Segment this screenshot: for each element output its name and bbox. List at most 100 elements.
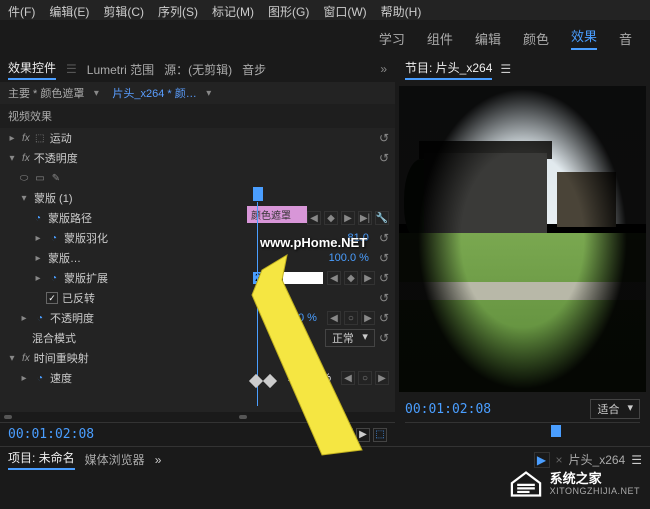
speed-value[interactable]: 100.00%	[288, 372, 331, 384]
scroll-handle[interactable]	[239, 415, 247, 419]
blend-mode-dropdown[interactable]: 正常▾	[325, 329, 375, 347]
reset-icon[interactable]: ↺	[379, 291, 389, 305]
add-kf-icon[interactable]: ◆	[344, 271, 358, 285]
menu-marker[interactable]: 标记(M)	[212, 3, 254, 17]
tc-btn-3[interactable]: ⬚	[373, 428, 387, 442]
row-inverted[interactable]: 已反转 ↺	[0, 288, 395, 308]
row-opacity[interactable]: ▾ fx 不透明度 ↺	[0, 148, 395, 168]
workspace-tab-audio[interactable]: 音	[619, 29, 632, 48]
stopwatch-icon[interactable]: ◔	[48, 273, 60, 284]
tab-media-browser[interactable]: 媒体浏览器	[85, 451, 145, 468]
value-extra-field[interactable]	[283, 272, 323, 284]
menu-edit[interactable]: 编辑(E)	[49, 3, 89, 17]
prev-kf-icon[interactable]: ◀	[327, 271, 341, 285]
add-kf-icon[interactable]: ○	[358, 371, 372, 385]
menu-clip[interactable]: 剪辑(C)	[103, 3, 144, 17]
tc-btn-2[interactable]: ▶	[356, 428, 370, 442]
menu-help[interactable]: 帮助(H)	[381, 3, 422, 17]
chevron-down-icon[interactable]: ▾	[6, 153, 18, 164]
row-mask[interactable]: ▾ 蒙版 (1)	[0, 188, 395, 208]
tab-audio[interactable]: 音步	[242, 61, 266, 78]
hamburger-icon[interactable]: ☰	[500, 62, 511, 76]
playhead-icon[interactable]	[551, 425, 561, 437]
workspace-tab-learn[interactable]: 学习	[379, 29, 405, 48]
chevron-right-icon[interactable]: ▸	[6, 133, 18, 144]
pen-mask-icon[interactable]: ✎	[50, 173, 62, 184]
workspace-tab-color[interactable]: 颜色	[523, 29, 549, 48]
stopwatch-icon[interactable]: ◔	[34, 313, 46, 324]
reset-icon[interactable]: ↺	[379, 231, 389, 245]
opacity2-value[interactable]: 100.0 %	[277, 312, 317, 324]
tab-project[interactable]: 项目: 未命名	[8, 449, 75, 470]
ellipse-mask-icon[interactable]: ⬭	[18, 173, 30, 184]
next-kf-icon[interactable]: ▶	[375, 371, 389, 385]
timeline-clip-tab[interactable]: 片头_x264	[569, 451, 626, 468]
hamburger-icon[interactable]: ☰	[66, 62, 77, 76]
chevron-down-icon[interactable]: ▾	[18, 193, 30, 204]
expand-icon[interactable]: »	[155, 453, 162, 467]
inverted-checkbox[interactable]	[46, 292, 58, 304]
preview-viewport[interactable]	[399, 86, 646, 392]
timecode-display[interactable]: 00:01:02:08	[8, 427, 94, 442]
row-blend-mode[interactable]: 混合模式 正常▾ ↺	[0, 328, 395, 348]
chevron-right-icon[interactable]: ▸	[32, 273, 44, 284]
stopwatch-icon[interactable]: ◔	[48, 233, 60, 244]
preview-scrubber[interactable]	[405, 422, 640, 446]
next-kf-icon[interactable]: ▶	[361, 311, 375, 325]
prev-kf-icon[interactable]: ◀	[341, 371, 355, 385]
zoom-fit-dropdown[interactable]: 适合▾	[590, 399, 640, 419]
rect-mask-icon[interactable]: ▭	[34, 173, 46, 184]
mini-timeline[interactable]: 颜色遮罩	[247, 206, 395, 223]
mask-prop-label: 蒙版…	[48, 250, 81, 266]
reset-icon[interactable]: ↺	[379, 131, 389, 145]
menu-graphics[interactable]: 图形(G)	[268, 3, 309, 17]
menu-sequence[interactable]: 序列(S)	[158, 3, 198, 17]
chevron-right-icon[interactable]: ▸	[18, 373, 30, 384]
workspace-tab-effects[interactable]: 效果	[571, 26, 597, 50]
breadcrumb-root[interactable]: 主要 * 颜色遮罩	[8, 85, 84, 101]
reset-icon[interactable]: ↺	[379, 151, 389, 165]
reset-icon[interactable]: ↺	[379, 271, 389, 285]
chevron-right-icon[interactable]: ▸	[18, 313, 30, 324]
mini-timeline-scrollbar[interactable]	[0, 412, 395, 422]
prev-kf-icon[interactable]: ◀	[327, 311, 341, 325]
mask-prop-value[interactable]: 100.0 %	[329, 252, 369, 264]
scroll-handle[interactable]	[4, 415, 12, 419]
next-kf-icon[interactable]: ▶	[361, 271, 375, 285]
tab-source[interactable]: 源：(无剪辑)	[164, 61, 232, 78]
playhead-icon[interactable]	[253, 187, 263, 201]
chevron-down-icon[interactable]: ▾	[203, 88, 215, 99]
breadcrumb-clip[interactable]: 片头_x264 * 颜…	[112, 85, 196, 101]
workspace-tab-edit[interactable]: 编辑	[475, 29, 501, 48]
tab-effect-controls[interactable]: 效果控件	[8, 59, 56, 80]
row-mask-prop[interactable]: ▸ 蒙版… 100.0 % ↺	[0, 248, 395, 268]
stopwatch-icon[interactable]: ◔	[32, 213, 44, 224]
effect-controls-panel: 效果控件 ☰ Lumetri 范围 源：(无剪辑) 音步 » 主要 * 颜色遮罩…	[0, 56, 395, 446]
chevron-down-icon[interactable]: ▾	[6, 353, 18, 364]
row-speed[interactable]: ▸ ◔ 速度 100.00% ◀ ○ ▶	[0, 368, 395, 388]
chevron-right-icon[interactable]: ▸	[32, 253, 44, 264]
add-kf-icon[interactable]: ○	[344, 311, 358, 325]
row-mask-expand[interactable]: ▸ ◔ 蒙版扩展 25.0 ◀ ◆ ▶ ↺	[0, 268, 395, 288]
mask-expand-label: 蒙版扩展	[64, 270, 108, 286]
program-tab[interactable]: 节目: 片头_x264	[405, 59, 492, 80]
chevron-down-icon: ▾	[627, 401, 633, 417]
chevron-down-icon[interactable]: ▾	[90, 88, 102, 99]
row-opacity2[interactable]: ▸ ◔ 不透明度 100.0 % ◀ ○ ▶ ↺	[0, 308, 395, 328]
reset-icon[interactable]: ↺	[379, 251, 389, 265]
preview-timecode[interactable]: 00:01:02:08	[405, 402, 491, 417]
play-icon[interactable]: ▶	[534, 452, 550, 468]
stopwatch-icon[interactable]: ◔	[34, 373, 46, 384]
chevron-right-icon[interactable]: ▸	[32, 233, 44, 244]
expand-icon[interactable]: »	[380, 62, 387, 76]
row-time-remap[interactable]: ▾ fx 时间重映射	[0, 348, 395, 368]
reset-icon[interactable]: ↺	[379, 311, 389, 325]
row-motion[interactable]: ▸ fx ⬚ 运动 ↺	[0, 128, 395, 148]
tc-btn-1[interactable]: ▲	[339, 428, 353, 442]
workspace-tab-assembly[interactable]: 组件	[427, 29, 453, 48]
menu-file[interactable]: 件(F)	[8, 3, 35, 17]
hamburger-icon[interactable]: ☰	[631, 453, 642, 467]
tab-lumetri[interactable]: Lumetri 范围	[87, 61, 154, 78]
menu-window[interactable]: 窗口(W)	[323, 3, 366, 17]
reset-icon[interactable]: ↺	[379, 331, 389, 345]
